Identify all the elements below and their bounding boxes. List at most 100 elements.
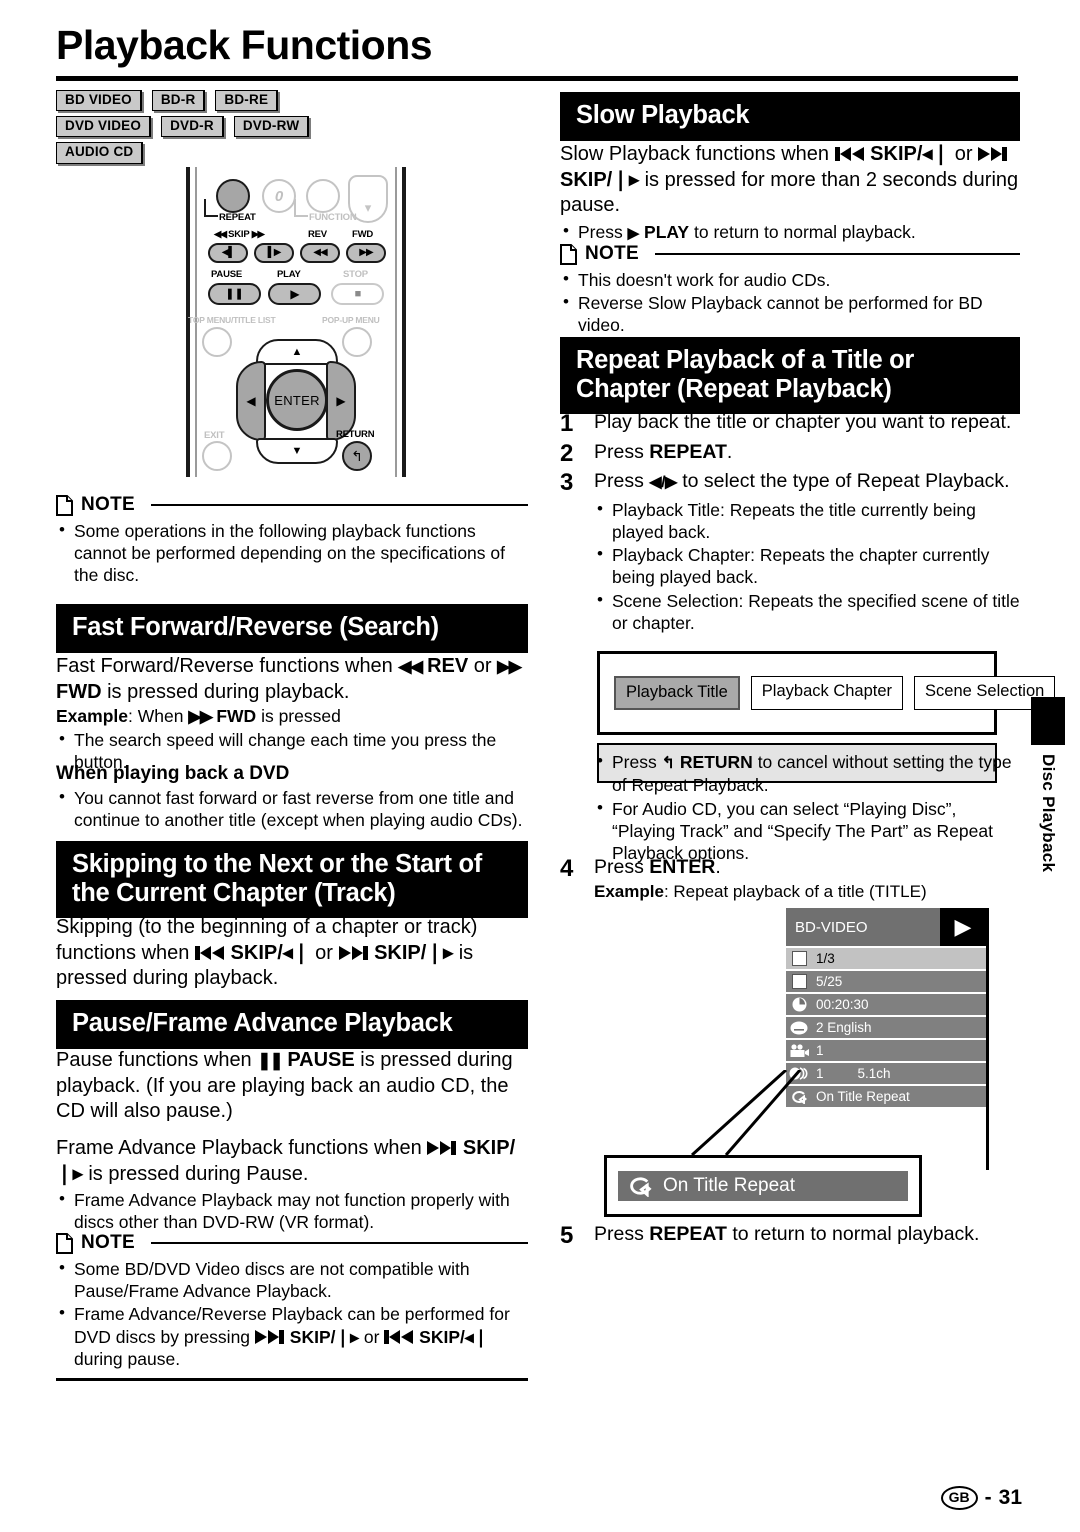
step3-bullets: Playback Title: Repeats the title curren… (594, 498, 1020, 634)
side-tab-block (1031, 697, 1065, 745)
step-number: 5 (560, 1222, 574, 1249)
remote-zero-button: 0 (262, 179, 296, 213)
remote-return-label: RETURN (336, 429, 375, 440)
function-leader-line (294, 199, 308, 217)
remote-zero-label: 0 (274, 187, 284, 205)
step5-a: Press (594, 1223, 650, 1245)
step-number: 4 (560, 855, 574, 882)
repeat-button-label: REPEAT (649, 1223, 727, 1245)
note-label: NOTE (81, 494, 135, 515)
remote-stop-label: STOP (343, 269, 368, 280)
frame-advance-paragraph: Frame Advance Playback functions when SK… (56, 1136, 528, 1187)
fwd-icon (497, 657, 520, 676)
step-1: 1 Play back the title or chapter you wan… (560, 410, 1020, 438)
step4-line: Press ENTER. (594, 855, 1020, 880)
repeat-leader-line (204, 199, 218, 217)
osd-disc-type: BD-VIDEO (795, 918, 868, 936)
list-item: Playback Title: Repeats the title curren… (594, 498, 1020, 543)
note-2-bottom-rule (56, 1378, 528, 1381)
stop-icon: ■ (354, 287, 362, 300)
osd-time-value: 00:20:30 (816, 997, 869, 1012)
callout-leader-lines (690, 1070, 802, 1157)
badge-row: BD VIDEO BD-R BD-RE (56, 90, 536, 112)
list-item: You cannot fast forward or fast reverse … (56, 786, 528, 831)
section-heading-fast-forward: Fast Forward/Reverse (Search) (56, 604, 528, 653)
osd-angle-value: 1 (816, 1043, 824, 1058)
page-title: Playback Functions (56, 22, 433, 68)
left-right-arrow-icon: ◀/▶ (649, 474, 677, 492)
ff-or: or (473, 655, 492, 677)
note-block-3: NOTE This doesn't work for audio CDs. Re… (560, 243, 1020, 348)
list-item: Press ▶ PLAY to return to normal playbac… (560, 220, 1020, 243)
step4-example: Example: Repeat playback of a title (TIT… (594, 881, 1020, 902)
angle-camera-icon (788, 1043, 810, 1059)
remote-function-label: FUNCTION (309, 212, 357, 223)
step-text: Press ◀/▶ to select the type of Repeat P… (594, 469, 1020, 497)
skip-back-label: SKIP/◂❘ (230, 941, 310, 964)
slow-text-a: Slow Playback functions when (560, 143, 830, 165)
remote-rev-button: ◀◀ (300, 243, 340, 263)
ff-paragraph: Fast Forward/Reverse functions when REV … (56, 654, 528, 705)
remote-play-button: ▶ (268, 283, 321, 305)
fwd-label: FWD (56, 680, 102, 703)
repeat-option-playback-chapter[interactable]: Playback Chapter (750, 676, 904, 710)
note-block-2: NOTE Some BD/DVD Video discs are not com… (56, 1232, 528, 1381)
remote-exit-button (202, 441, 232, 471)
rev-icon: ◀◀ (313, 247, 327, 258)
note-page-icon (560, 243, 577, 265)
dvd-bullets: You cannot fast forward or fast reverse … (56, 786, 528, 831)
remote-function-button (306, 179, 340, 213)
disc-badge: BD-RE (215, 90, 279, 112)
step5-b: to return to normal playback. (726, 1223, 980, 1245)
remote-enter-button: ENTER (266, 369, 328, 431)
list-item: Reverse Slow Playback cannot be performe… (560, 291, 1020, 336)
step2-c: . (726, 440, 733, 463)
pause-text-a: Pause functions when (56, 1049, 252, 1071)
disc-compatibility-badges: BD VIDEO BD-R BD-RE DVD VIDEO DVD-R DVD-… (56, 90, 536, 169)
remote-skip-group-label: ◀◀ SKIP ▶▶ (214, 229, 265, 240)
remote-play-label: PLAY (277, 269, 301, 280)
step-text: Press REPEAT to return to normal playbac… (594, 1222, 1020, 1250)
slow-bullets: Press ▶ PLAY to return to normal playbac… (560, 220, 1020, 243)
osd-row-time: 00:20:30 (786, 994, 986, 1015)
remote-pause-button: ❚❚ (208, 283, 261, 305)
disc-badge: BD VIDEO (56, 90, 142, 112)
repeat-button-label: REPEAT (649, 440, 727, 463)
list-item: Some BD/DVD Video discs are not compatib… (56, 1257, 528, 1302)
section-heading-slow-playback: Slow Playback (560, 92, 1020, 141)
remote-fwd-label: FWD (352, 229, 374, 240)
disc-badge: AUDIO CD (56, 142, 144, 164)
remote-stop-button: ■ (331, 283, 384, 305)
repeat-extra-bullets: Press ↰ RETURN to cancel without setting… (594, 750, 1020, 864)
skip-back-icon: ◀◀ (214, 229, 227, 240)
play-label: PLAY (644, 221, 690, 242)
return-bullet-a: Press (612, 752, 657, 772)
slow-paragraph: Slow Playback functions when SKIP/◂❘ or … (560, 142, 1020, 219)
arrow-left-icon: ◀ (246, 394, 256, 408)
badge-row: DVD VIDEO DVD-R DVD-RW (56, 116, 536, 138)
list-item: Some operations in the following playbac… (56, 519, 528, 587)
skip-fwd-icon (978, 147, 1008, 161)
skipping-body: Skipping (to the beginning of a chapter … (56, 915, 528, 992)
dpad-down-button: ▼ (256, 438, 338, 464)
remote-rev-label: REV (308, 229, 327, 240)
remote-top-menu-label: TOP MENU/TITLE LIST (188, 315, 276, 325)
ff-text-a: Fast Forward/Reverse functions when (56, 655, 393, 677)
step4-a: Press (594, 856, 650, 878)
region-code-badge: GB (940, 1486, 978, 1510)
repeat-option-playback-title[interactable]: Playback Title (614, 676, 740, 710)
play-icon: ▶ (627, 224, 640, 242)
note-rule (150, 503, 528, 507)
return-label: RETURN (679, 752, 753, 772)
section-heading-pause: Pause/Frame Advance Playback (56, 1000, 528, 1049)
remote-repeat-label: REPEAT (219, 212, 256, 223)
enter-label: ENTER (649, 856, 716, 878)
rev-label: REV (427, 655, 469, 677)
side-tab-label: Disc Playback (1039, 754, 1058, 873)
fast-forward-body: Fast Forward/Reverse functions when REV … (56, 654, 528, 774)
skip-fwd-label: SKIP/❘▸ (560, 168, 640, 191)
disc-badge: DVD-R (161, 116, 224, 138)
remote-skip-back-button: ◀▌ (208, 243, 248, 263)
skip-fwd-icon: ▶▶ (251, 229, 265, 240)
skip-fwd-icon (338, 945, 369, 960)
